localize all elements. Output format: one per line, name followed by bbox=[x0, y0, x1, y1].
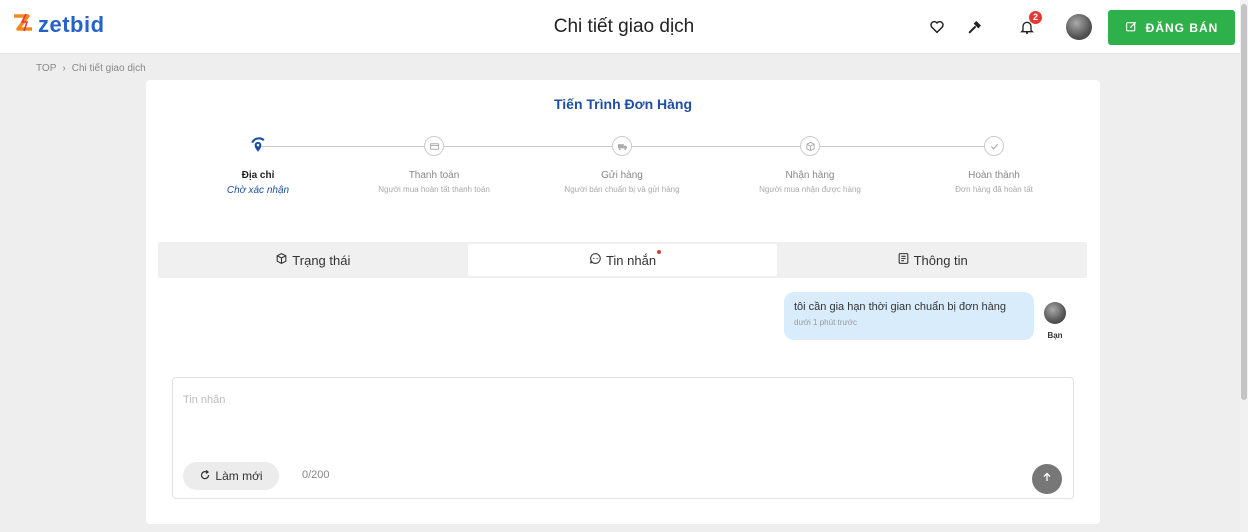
breadcrumb-separator: › bbox=[62, 63, 66, 74]
message-bubble: tôi cần gia hạn thời gian chuẩn bị đơn h… bbox=[784, 292, 1034, 340]
breadcrumb-top[interactable]: TOP bbox=[36, 63, 56, 74]
tab-label: Trạng thái bbox=[292, 252, 351, 268]
breadcrumb-current: Chi tiết giao dịch bbox=[71, 63, 146, 74]
truck-icon bbox=[612, 136, 632, 156]
step-label: Thanh toán bbox=[408, 170, 460, 181]
step-complete: Hoàn thành Đơn hàng đã hoàn tất bbox=[914, 136, 1074, 194]
scrollbar-thumb[interactable] bbox=[1241, 4, 1247, 400]
refresh-icon bbox=[199, 469, 211, 484]
heart-icon[interactable] bbox=[926, 16, 948, 38]
tab-messages[interactable]: Tin nhắn bbox=[467, 244, 778, 276]
avatar[interactable] bbox=[1066, 14, 1092, 40]
message-time: dưới 1 phút trước bbox=[794, 318, 858, 327]
message-text: tôi cần gia hạn thời gian chuẩn bị đơn h… bbox=[794, 301, 1006, 313]
step-label: Nhận hàng bbox=[785, 170, 835, 181]
sell-button-label: ĐĂNG BÁN bbox=[1145, 20, 1219, 35]
step-label: Hoàn thành bbox=[968, 170, 1020, 181]
message-composer: Làm mới 0/200 bbox=[172, 377, 1074, 499]
progress-title: Tiến Trình Đơn Hàng bbox=[553, 96, 693, 112]
step-payment: Thanh toán Người mua hoàn tất thanh toán bbox=[354, 136, 514, 194]
step-label: Gửi hàng bbox=[601, 170, 643, 181]
message-sender: Bạn bbox=[1047, 331, 1063, 340]
tab-label: Tin nhắn bbox=[605, 252, 657, 268]
step-address: Địa chỉ Chờ xác nhận bbox=[178, 136, 338, 196]
page-title: Chi tiết giao dịch bbox=[553, 16, 695, 37]
char-counter: 0/200 bbox=[302, 469, 330, 481]
step-description: Người mua nhận được hàng bbox=[759, 185, 861, 194]
notification-badge: 2 bbox=[1029, 11, 1042, 24]
step-description: Đơn hàng đã hoàn tất bbox=[955, 185, 1033, 194]
tab-info[interactable]: Thông tin bbox=[777, 242, 1087, 278]
transaction-card: Tiến Trình Đơn Hàng Địa chỉ Chờ xác nhận… bbox=[146, 80, 1100, 524]
tab-label: Thông tin bbox=[913, 252, 968, 268]
box-icon bbox=[800, 136, 820, 156]
tab-status[interactable]: Trạng thái bbox=[158, 242, 468, 278]
refresh-button[interactable]: Làm mới bbox=[183, 462, 279, 490]
document-icon bbox=[897, 252, 910, 268]
step-status: Chờ xác nhận bbox=[226, 185, 290, 196]
refresh-button-label: Làm mới bbox=[215, 469, 263, 483]
arrow-up-icon bbox=[1041, 470, 1053, 488]
card-icon bbox=[424, 136, 444, 156]
step-description: Người bán chuẩn bị và gửi hàng bbox=[564, 185, 680, 194]
breadcrumb: TOP › Chi tiết giao dịch bbox=[36, 63, 146, 74]
unread-dot bbox=[656, 250, 661, 254]
scrollbar[interactable] bbox=[1240, 0, 1248, 532]
package-icon bbox=[275, 252, 288, 268]
step-shipping: Gửi hàng Người bán chuẩn bị và gửi hàng bbox=[542, 136, 702, 194]
top-header: zetbid Chi tiết giao dịch 2 ĐĂNG BÁN bbox=[0, 0, 1248, 54]
bell-icon[interactable]: 2 bbox=[1016, 11, 1042, 38]
check-icon bbox=[984, 136, 1004, 156]
chat-icon bbox=[589, 252, 602, 268]
step-receive: Nhận hàng Người mua nhận được hàng bbox=[730, 136, 890, 194]
step-description: Người mua hoàn tất thanh toán bbox=[378, 185, 490, 194]
message-avatar bbox=[1044, 302, 1066, 324]
message-input[interactable] bbox=[183, 394, 1043, 444]
edit-icon bbox=[1125, 20, 1138, 36]
send-button[interactable] bbox=[1032, 464, 1062, 494]
location-icon bbox=[248, 136, 268, 156]
step-label: Địa chỉ bbox=[241, 170, 275, 181]
gavel-icon[interactable] bbox=[964, 16, 986, 38]
tab-bar: Trạng thái Tin nhắn Thông tin bbox=[158, 242, 1087, 278]
sell-button[interactable]: ĐĂNG BÁN bbox=[1108, 10, 1235, 45]
